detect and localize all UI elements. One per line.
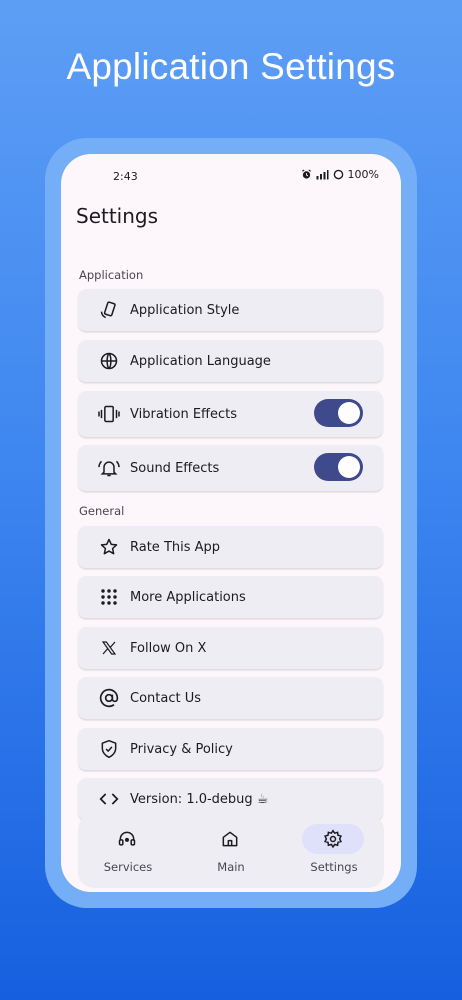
bottom-navigation: Services Main Settings	[78, 814, 384, 888]
globe-icon	[98, 350, 120, 372]
setting-privacy-policy[interactable]: Privacy & Policy	[78, 728, 383, 770]
setting-label: Application Style	[130, 302, 240, 318]
setting-more-applications[interactable]: More Applications	[78, 576, 383, 618]
setting-label: Version: 1.0-debug ☕	[130, 791, 269, 807]
status-time: 2:43	[113, 170, 138, 183]
setting-label: Vibration Effects	[130, 406, 238, 422]
gear-icon	[324, 829, 342, 849]
nav-settings[interactable]: Settings	[284, 814, 384, 888]
section-label-general: General	[79, 504, 125, 518]
setting-label: Application Language	[130, 353, 271, 369]
setting-sound-effects[interactable]: Sound Effects	[78, 445, 383, 491]
toggle-knob	[338, 402, 360, 424]
setting-label: Privacy & Policy	[130, 741, 233, 757]
setting-label: Contact Us	[130, 690, 201, 706]
code-icon	[98, 788, 120, 810]
phone-rotate-icon	[98, 299, 120, 321]
apps-grid-icon	[98, 586, 120, 608]
section-label-application: Application	[79, 268, 144, 282]
star-icon	[98, 536, 120, 558]
nav-services[interactable]: Services	[78, 814, 178, 888]
vibration-toggle[interactable]	[314, 399, 363, 427]
status-icons: 100%	[301, 168, 379, 181]
setting-label: Rate This App	[130, 539, 221, 555]
setting-application-language[interactable]: Application Language	[78, 340, 383, 382]
page-title: Settings	[76, 204, 159, 228]
setting-label: More Applications	[130, 589, 246, 605]
setting-label: Sound Effects	[130, 460, 220, 476]
x-logo-icon	[98, 637, 120, 659]
setting-rate-this-app[interactable]: Rate This App	[78, 526, 383, 568]
home-icon	[222, 831, 238, 847]
nav-label: Settings	[310, 860, 358, 874]
signal-icon	[316, 170, 329, 180]
at-sign-icon	[98, 687, 120, 709]
setting-vibration-effects[interactable]: Vibration Effects	[78, 391, 383, 437]
support-agent-icon	[118, 831, 136, 846]
vibration-icon	[98, 403, 120, 425]
status-bar: 2:43 100%	[61, 164, 401, 188]
battery-ring-icon	[333, 169, 343, 180]
sound-toggle[interactable]	[314, 453, 363, 481]
bell-ring-icon	[98, 457, 120, 479]
phone-screen: 2:43 100% Settings Application Applicati…	[61, 154, 401, 892]
setting-label: Follow On X	[130, 640, 207, 656]
nav-label: Main	[217, 860, 245, 874]
setting-application-style[interactable]: Application Style	[78, 289, 383, 331]
promo-headline: Application Settings	[66, 46, 396, 87]
toggle-knob	[338, 456, 360, 478]
setting-contact-us[interactable]: Contact Us	[78, 677, 383, 719]
nav-label: Services	[103, 860, 153, 874]
battery-percent: 100%	[347, 168, 379, 181]
alarm-icon	[301, 169, 311, 179]
setting-follow-on-x[interactable]: Follow On X	[78, 627, 383, 669]
shield-check-icon	[98, 738, 120, 760]
nav-main[interactable]: Main	[181, 814, 281, 888]
